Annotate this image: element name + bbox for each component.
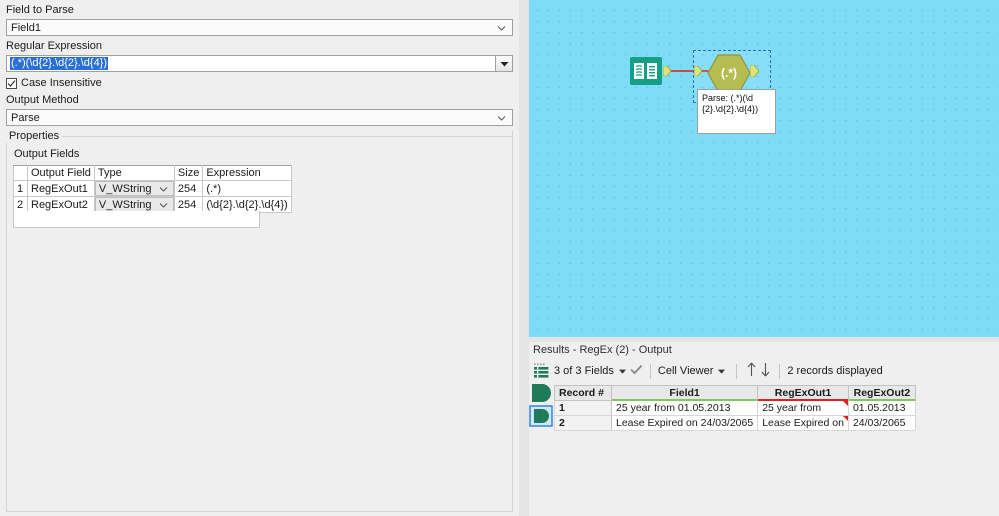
cell-regexout1-text: 25 year from xyxy=(762,402,822,414)
toolbar-separator xyxy=(736,363,738,379)
triangle-down-icon xyxy=(500,58,509,70)
row-size[interactable]: 254 xyxy=(173,180,204,197)
book-icon xyxy=(630,57,662,85)
output-method-value: Parse xyxy=(11,111,40,124)
regular-expression-label: Regular Expression xyxy=(6,40,102,52)
type-value: V_WString xyxy=(98,182,152,195)
cell-regexout1[interactable]: 25 year from xyxy=(757,400,849,416)
col-header-size: Size xyxy=(173,165,204,181)
col-header-regexout2[interactable]: RegExOut2 xyxy=(847,385,916,401)
col-header-regexout1[interactable]: RegExOut1 xyxy=(757,385,849,401)
vertical-splitter[interactable] xyxy=(519,0,529,516)
input-node-output-anchor[interactable] xyxy=(662,65,672,77)
output-method-row: Parse xyxy=(6,109,513,126)
cell-field1[interactable]: 25 year from 01.05.2013 xyxy=(610,400,759,416)
row-output-field[interactable]: RegExOut1 xyxy=(27,180,95,197)
cell-regexout1-text: Lease Expired on xyxy=(762,417,844,429)
output-fields-empty-row xyxy=(13,211,260,228)
cell-regexout2[interactable]: 01.05.2013 xyxy=(847,400,916,416)
regular-expression-row: (.*)(\d{2}.\d{2}.\d{4}) xyxy=(6,55,513,72)
type-dropdown[interactable]: V_WString xyxy=(94,197,174,212)
input-data-node[interactable] xyxy=(630,57,662,85)
checkmark-icon xyxy=(7,79,16,87)
toolbar-separator xyxy=(779,363,781,379)
table-row[interactable]: 1 RegExOut1 V_WString 254 (.*) xyxy=(13,180,292,197)
record-count-label: 2 records displayed xyxy=(787,365,883,377)
truncation-marker-icon xyxy=(842,401,848,406)
row-type-cell[interactable]: V_WString xyxy=(93,180,175,197)
regex-config-panel: Field to Parse Field1 Regular Expression… xyxy=(0,0,519,516)
output-fields-label: Output Fields xyxy=(14,148,80,160)
col-header-type: Type xyxy=(93,165,175,181)
output-anchor-icon xyxy=(532,384,551,402)
col-header-record-label: Record # xyxy=(559,387,604,399)
col-header-record[interactable]: Record # xyxy=(554,385,612,401)
field-to-parse-value: Field1 xyxy=(11,21,41,34)
case-insensitive-row[interactable]: Case Insensitive xyxy=(6,76,519,90)
selected-anchor-icon xyxy=(529,405,553,427)
fields-selector-label[interactable]: 3 of 3 Fields xyxy=(554,365,614,377)
results-panel: Results - RegEx (2) - Output 3 of 3 Fiel… xyxy=(529,342,999,516)
type-dropdown[interactable]: V_WString xyxy=(94,181,174,196)
chevron-down-icon xyxy=(497,113,506,122)
output-fields-header-row: Output Field Type Size Expression xyxy=(13,165,292,181)
regular-expression-value: (.*)(\d{2}.\d{2}.\d{4}) xyxy=(10,57,109,70)
col-header-field1[interactable]: Field1 xyxy=(610,385,759,401)
cell-record-number: 2 xyxy=(554,415,612,431)
results-data-grid[interactable]: Record # Field1 RegExOut1 RegExOut2 1 25… xyxy=(554,385,916,431)
arrow-down-icon[interactable] xyxy=(758,362,772,380)
caret-down-icon[interactable] xyxy=(618,365,626,377)
field-to-parse-row: Field1 xyxy=(6,19,513,36)
fields-check-icon[interactable] xyxy=(630,364,643,378)
arrow-up-icon[interactable] xyxy=(744,362,758,380)
row-expression: (.*) xyxy=(202,180,292,197)
field-to-parse-label: Field to Parse xyxy=(6,4,74,16)
regular-expression-dropdown-button[interactable] xyxy=(495,55,513,72)
col-header-regexout2-label: RegExOut2 xyxy=(853,387,911,399)
results-header-row: Record # Field1 RegExOut1 RegExOut2 xyxy=(554,385,916,401)
results-anchor-sidebar xyxy=(529,382,554,432)
cell-regexout1[interactable]: Lease Expired on xyxy=(757,415,849,431)
output-method-label: Output Method xyxy=(6,94,79,106)
col-header-field1-label: Field1 xyxy=(669,387,700,399)
cell-regexout2[interactable]: 24/03/2065 xyxy=(847,415,916,431)
cell-viewer-label[interactable]: Cell Viewer xyxy=(658,365,713,377)
workflow-canvas[interactable]: (.*) Parse: (.*)(\d{2}.\d{2}.\d{4}) xyxy=(529,0,999,337)
col-header-index xyxy=(13,165,28,181)
case-insensitive-checkbox[interactable] xyxy=(6,77,17,89)
chevron-down-icon xyxy=(159,184,168,193)
results-title: Results - RegEx (2) - Output xyxy=(529,342,999,358)
toolbar-separator xyxy=(649,363,651,379)
output-fields-table: Output Field Type Size Expression 1 RegE… xyxy=(13,165,292,213)
row-index: 1 xyxy=(13,180,28,197)
case-insensitive-label: Case Insensitive xyxy=(21,77,102,89)
chevron-down-icon xyxy=(159,200,168,209)
cell-field1[interactable]: Lease Expired on 24/03/2065 xyxy=(610,415,759,431)
col-header-output-field: Output Field xyxy=(27,165,95,181)
chevron-down-icon xyxy=(497,23,506,32)
list-view-icon xyxy=(534,363,549,378)
table-row[interactable]: 2 Lease Expired on 24/03/2065 Lease Expi… xyxy=(554,415,916,431)
properties-legend: Properties xyxy=(6,130,63,143)
regex-node-input-anchor[interactable] xyxy=(693,65,703,77)
col-header-regexout1-label: RegExOut1 xyxy=(774,387,832,399)
table-row[interactable]: 1 25 year from 01.05.2013 25 year from 0… xyxy=(554,400,916,416)
truncation-marker-icon xyxy=(842,416,848,421)
regex-node-icon[interactable] xyxy=(707,54,751,92)
regular-expression-input[interactable]: (.*)(\d{2}.\d{2}.\d{4}) xyxy=(6,55,495,72)
field-to-parse-dropdown[interactable]: Field1 xyxy=(6,19,513,36)
regex-node-output-anchor[interactable] xyxy=(749,64,760,78)
node-annotation-box[interactable]: Parse: (.*)(\d{2}.\d{2}.\d{4}) xyxy=(697,89,776,134)
cell-record-number: 1 xyxy=(554,400,612,416)
output-method-dropdown[interactable]: Parse xyxy=(6,109,513,126)
results-toolbar: 3 of 3 Fields Cell Viewer 2 records disp… xyxy=(529,360,999,382)
type-value: V_WString xyxy=(98,198,152,211)
col-header-expression: Expression xyxy=(202,165,292,181)
caret-down-icon[interactable] xyxy=(718,365,726,377)
list-view-icon-wrap[interactable] xyxy=(529,363,554,379)
